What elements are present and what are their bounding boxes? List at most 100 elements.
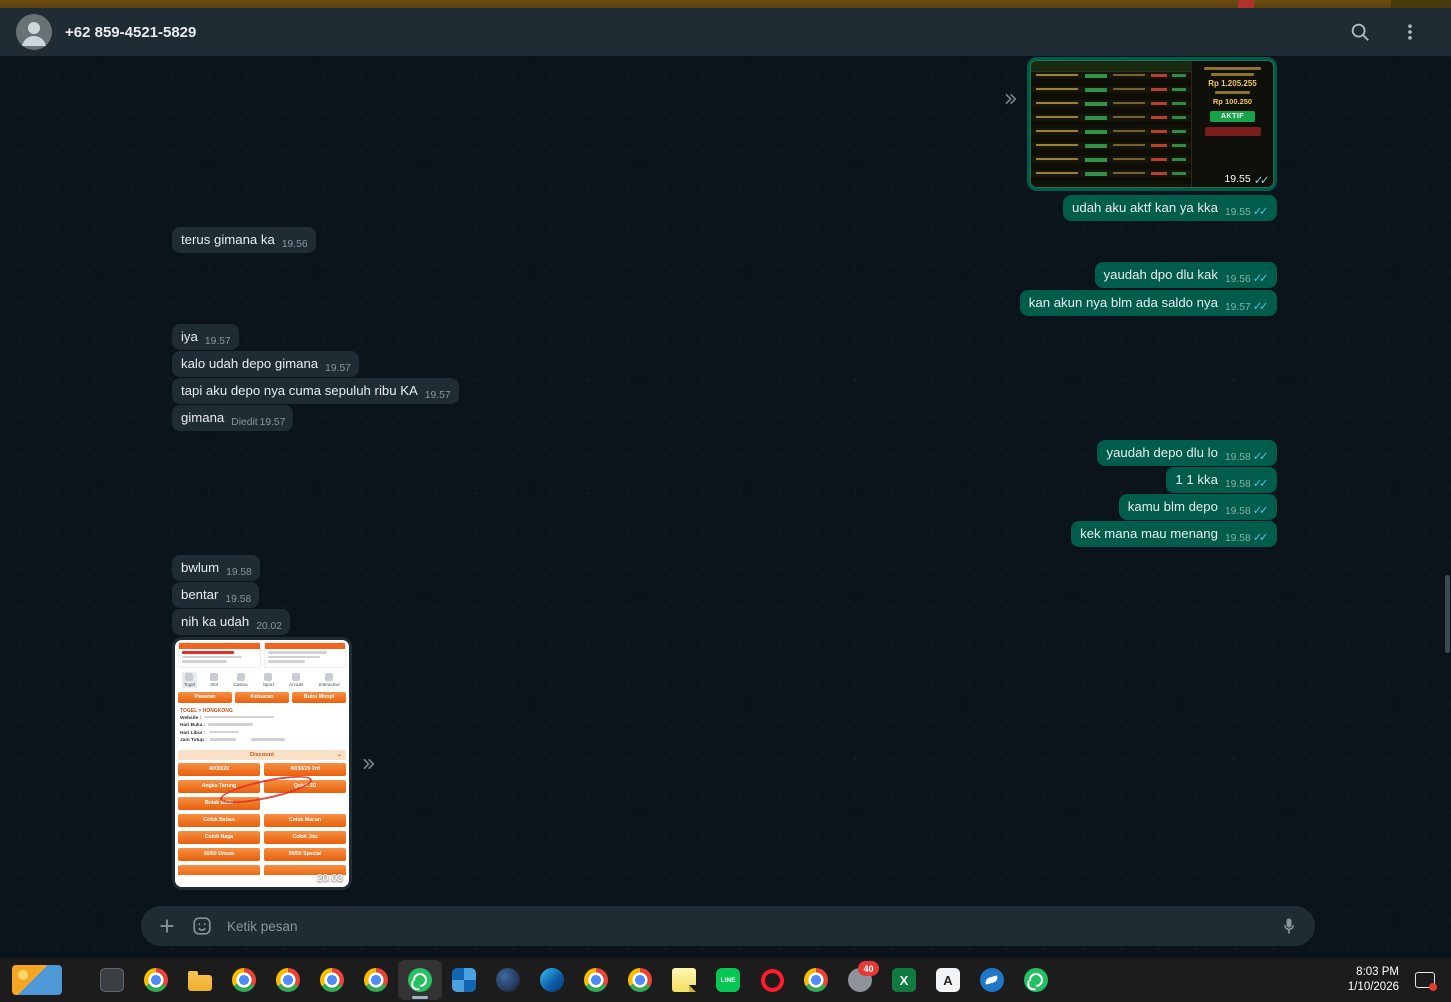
notes-app-icon[interactable] xyxy=(662,960,706,1000)
badged-app-icon[interactable]: 40 xyxy=(838,960,882,1000)
chat-scroll-area[interactable]: Rp 1.205.255 Rp 100.250 AKTIF 19.55 ✓✓ u… xyxy=(0,56,1451,958)
message-time: 19.56 xyxy=(1224,274,1251,285)
letter-a-app-icon[interactable]: A xyxy=(926,960,970,1000)
contact-title[interactable]: +62 859-4521-5829 xyxy=(65,24,196,41)
taskbar-clock[interactable]: 8:03 PM 1/10/2026 xyxy=(1348,965,1399,995)
message-row: 1 1 kka 19.58 ✓✓ xyxy=(0,467,1451,493)
message-text: yaudah depo dlu lo xyxy=(1106,445,1218,460)
file-explorer-icon[interactable] xyxy=(178,960,222,1000)
message-time: 19.57 xyxy=(259,417,286,428)
chrome-icon[interactable] xyxy=(134,960,178,1000)
message-bubble[interactable]: kalo udah depo gimana 19.57 xyxy=(172,351,359,377)
chrome-icon[interactable] xyxy=(266,960,310,1000)
message-bubble[interactable]: yaudah depo dlu lo 19.58 ✓✓ xyxy=(1097,440,1277,466)
thunderbird-icon[interactable] xyxy=(970,960,1014,1000)
site-button-keluaran: Keluaran xyxy=(235,691,289,703)
whatsapp-icon[interactable] xyxy=(1014,960,1058,1000)
message-text: 1 1 kka xyxy=(1175,472,1218,487)
site-nav-casino: Casino xyxy=(231,672,249,688)
avatar[interactable] xyxy=(16,14,52,50)
betting-side-panel: Rp 1.205.255 Rp 100.250 AKTIF xyxy=(1191,61,1273,187)
site-info-block: Website : Hari Buka : Hari Libur : Jam T… xyxy=(175,715,349,748)
chrome-icon[interactable] xyxy=(574,960,618,1000)
message-bubble[interactable]: bwlum 19.58 xyxy=(172,555,260,581)
message-bubble[interactable]: iya 19.57 xyxy=(172,324,239,350)
image-message[interactable]: Togel Slot Casino Sport Arcade Interacti… xyxy=(172,637,352,890)
message-composer xyxy=(141,906,1315,946)
message-text: nih ka udah xyxy=(181,614,250,629)
message-text: udah aku aktf kan ya kka xyxy=(1072,200,1218,215)
blue-grid-app-icon[interactable] xyxy=(442,960,486,1000)
chrome-icon[interactable] xyxy=(310,960,354,1000)
chrome-icon[interactable] xyxy=(794,960,838,1000)
message-bubble[interactable]: tapi aku depo nya cuma sepuluh ribu KA 1… xyxy=(172,378,459,404)
message-bubble[interactable]: yaudah dpo dlu kak 19.56 ✓✓ xyxy=(1094,262,1277,288)
site-nav-sport: Sport xyxy=(261,672,276,688)
message-bubble[interactable]: terus gimana ka 19.56 xyxy=(172,227,316,253)
message-row: kek mana mau menang 19.58 ✓✓ xyxy=(0,521,1451,547)
message-text: iya xyxy=(181,329,198,344)
message-text: terus gimana ka xyxy=(181,232,275,247)
read-receipt-icon: ✓✓ xyxy=(1252,301,1269,313)
chrome-icon[interactable] xyxy=(354,960,398,1000)
sticker-icon[interactable] xyxy=(190,914,214,938)
excel-icon[interactable]: X xyxy=(882,960,926,1000)
app-window-icon[interactable] xyxy=(90,960,134,1000)
site-card xyxy=(178,642,261,668)
chrome-icon[interactable] xyxy=(618,960,662,1000)
message-time: 20.02 xyxy=(256,621,282,632)
site-nav-arcade: Arcade xyxy=(287,672,306,688)
scrollbar-thumb[interactable] xyxy=(1445,575,1450,653)
opera-icon[interactable] xyxy=(750,960,794,1000)
discount-header: Discount ⌄ xyxy=(178,749,346,760)
panel-red-button xyxy=(1204,127,1261,136)
microphone-icon[interactable] xyxy=(1277,914,1301,938)
taskbar: LINE 40 X A 8:03 PM 1/10/2026 xyxy=(0,958,1451,1002)
menu-kebab-icon[interactable] xyxy=(1399,21,1421,43)
message-text: kan akun nya blm ada saldo nya xyxy=(1028,295,1218,310)
edge-icon[interactable] xyxy=(530,960,574,1000)
message-input[interactable] xyxy=(225,917,1266,935)
message-text: yaudah dpo dlu kak xyxy=(1103,267,1218,282)
message-bubble[interactable]: udah aku aktf kan ya kka 19.55 ✓✓ xyxy=(1063,195,1277,221)
message-row: kalo udah depo gimana 19.57 xyxy=(0,351,1451,377)
line-app-icon[interactable]: LINE xyxy=(706,960,750,1000)
forward-icon[interactable] xyxy=(1002,91,1018,107)
message-bubble[interactable]: gimana Diedit 19.57 xyxy=(172,405,294,431)
message-time: 19.58 xyxy=(1224,479,1251,490)
message-time: 20.03 xyxy=(316,872,343,884)
tray-notification-icon[interactable] xyxy=(1411,966,1439,994)
message-bubble[interactable]: kan akun nya blm ada saldo nya 19.57 ✓✓ xyxy=(1019,290,1277,316)
site-nav-slot: Slot xyxy=(208,672,220,688)
message-row: yaudah depo dlu lo 19.58 ✓✓ xyxy=(0,440,1451,466)
widgets-weather-button[interactable] xyxy=(12,965,62,995)
message-time: 19.57 xyxy=(1224,302,1251,313)
message-time: 19.58 xyxy=(1224,452,1251,463)
message-text: tapi aku depo nya cuma sepuluh ribu KA xyxy=(181,383,418,398)
message-bubble[interactable]: kamu blm depo 19.58 ✓✓ xyxy=(1118,494,1277,520)
message-row: Rp 1.205.255 Rp 100.250 AKTIF 19.55 ✓✓ xyxy=(0,57,1451,191)
dark-app-icon[interactable] xyxy=(486,960,530,1000)
read-receipt-icon: ✓✓ xyxy=(1252,273,1269,285)
read-receipt-icon: ✓✓ xyxy=(1252,532,1269,544)
betting-table-header xyxy=(1031,61,1191,72)
default-avatar-icon xyxy=(22,22,46,46)
message-bubble[interactable]: 1 1 kka 19.58 ✓✓ xyxy=(1166,467,1277,493)
background-window-notch xyxy=(1238,0,1254,8)
screen: +62 859-4521-5829 Rp 1.205.255 Rp 100.25… xyxy=(0,0,1451,1002)
read-receipt-icon: ✓✓ xyxy=(1252,206,1269,218)
read-receipt-icon: ✓✓ xyxy=(1252,451,1269,463)
attach-plus-icon[interactable] xyxy=(155,914,179,938)
message-row: yaudah dpo dlu kak 19.56 ✓✓ xyxy=(0,262,1451,288)
message-bubble[interactable]: kek mana mau menang 19.58 ✓✓ xyxy=(1071,521,1277,547)
betting-table-rows xyxy=(1031,72,1191,187)
message-row: kan akun nya blm ada saldo nya 19.57 ✓✓ xyxy=(0,290,1451,316)
image-message[interactable]: Rp 1.205.255 Rp 100.250 AKTIF 19.55 ✓✓ xyxy=(1027,57,1277,191)
message-bubble[interactable]: nih ka udah 20.02 xyxy=(172,609,290,635)
whatsapp-active-icon[interactable] xyxy=(398,960,442,1000)
message-time: 19.56 xyxy=(281,239,308,250)
forward-icon[interactable] xyxy=(360,756,376,772)
chrome-icon[interactable] xyxy=(222,960,266,1000)
message-bubble[interactable]: bentar 19.58 xyxy=(172,582,260,608)
search-icon[interactable] xyxy=(1349,21,1371,43)
